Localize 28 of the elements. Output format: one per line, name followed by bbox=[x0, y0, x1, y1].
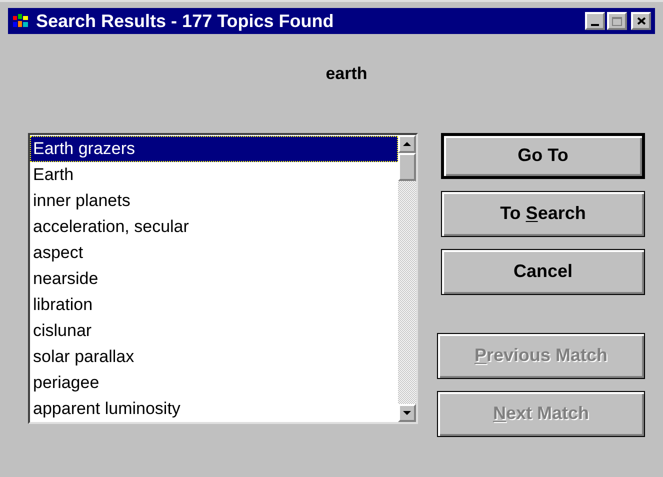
search-query: earth bbox=[326, 63, 368, 85]
minimize-icon bbox=[591, 24, 599, 26]
result-item[interactable]: Earth bbox=[30, 162, 398, 188]
app-icon bbox=[12, 13, 30, 29]
scroll-thumb[interactable] bbox=[398, 152, 416, 180]
result-item[interactable]: solar parallax bbox=[30, 344, 398, 370]
scroll-up-icon[interactable] bbox=[403, 142, 411, 146]
maximize-icon bbox=[612, 16, 622, 26]
result-item[interactable]: inner planets bbox=[30, 188, 398, 214]
scroll-down-icon[interactable] bbox=[403, 410, 411, 414]
result-item[interactable]: acceleration, secular bbox=[30, 214, 398, 240]
result-item[interactable]: libration bbox=[30, 292, 398, 318]
dialog-button[interactable]: To Search bbox=[441, 190, 645, 236]
close-button[interactable] bbox=[631, 12, 651, 30]
window-title: Search Results - 177 Topics Found bbox=[36, 12, 334, 30]
result-item[interactable]: nearside bbox=[30, 266, 398, 292]
dialog-button[interactable]: Cancel bbox=[441, 248, 645, 294]
results-list[interactable]: Earth grazers Earth inner planets acceleration, secular aspect nearside libration cislunar solar parallax periagee apparent luminosity bbox=[28, 132, 418, 424]
result-item[interactable]: apparent luminosity bbox=[30, 396, 398, 422]
result-item[interactable]: periagee bbox=[30, 370, 398, 396]
result-item[interactable]: aspect bbox=[30, 240, 398, 266]
result-item[interactable]: cislunar bbox=[30, 318, 398, 344]
maximize-button[interactable] bbox=[607, 12, 627, 30]
result-item[interactable]: Earth grazers bbox=[30, 136, 398, 162]
close-icon bbox=[636, 17, 646, 25]
go-to-button[interactable]: Go To bbox=[441, 132, 645, 178]
minimize-button[interactable] bbox=[585, 12, 605, 30]
scrollbar[interactable] bbox=[398, 134, 416, 422]
